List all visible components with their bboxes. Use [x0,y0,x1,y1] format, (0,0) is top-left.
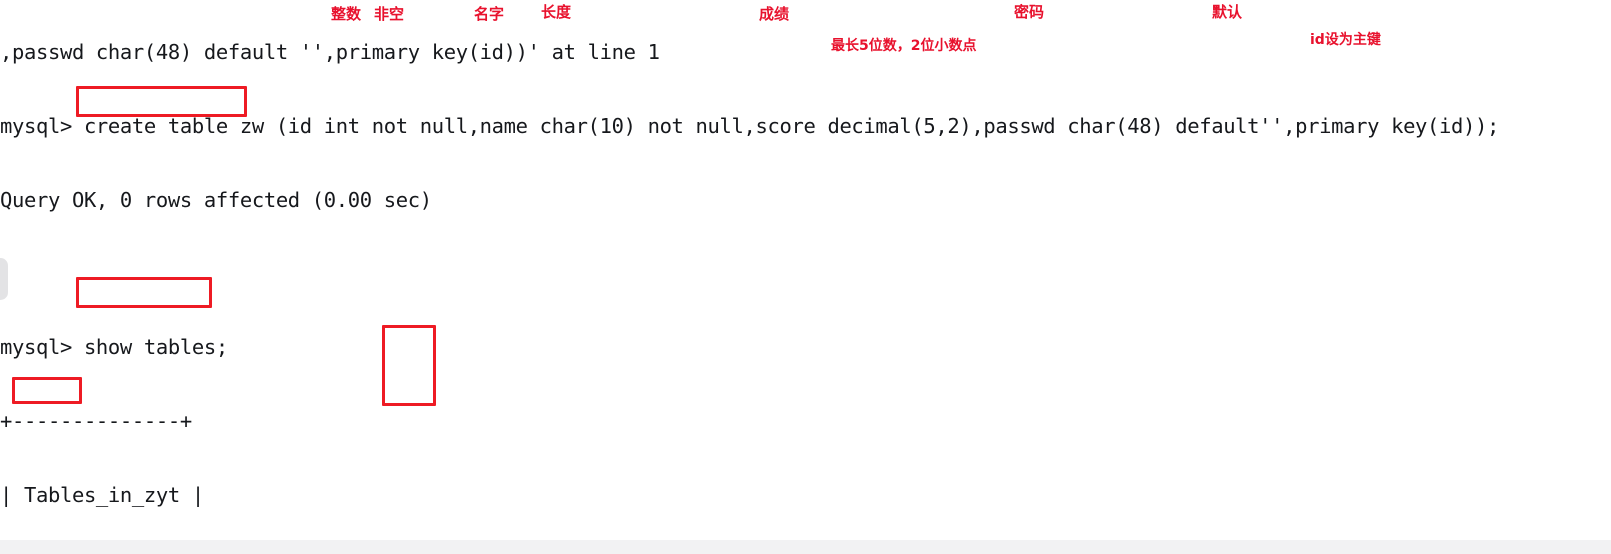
annotation-primary-key: id设为主键 [1310,32,1381,48]
annotation-decimal-note: 最长5位数，2位小数点 [831,38,977,54]
terminal-screenshot: ,passwd char(48) default '',primary key(… [0,0,1611,554]
annotation-length: 长度 [541,3,572,21]
annotation-integer: 整数 [331,5,362,23]
annotation-password: 密码 [1014,3,1045,21]
terminal-line-show-tables: mysql> show tables; [0,335,228,360]
terminal-line-rule-top-1: +--------------+ [0,409,192,434]
highlight-box-id-field [12,377,82,404]
terminal-line-create-table: mysql> create table zw (id int not null,… [0,113,1500,138]
highlight-box-key-column [382,325,436,406]
highlight-box-desc-command [76,277,212,308]
scrollbar-thumb[interactable] [0,258,8,300]
terminal-line-blank-1 [0,262,1611,287]
annotation-name: 名字 [474,5,505,23]
highlight-box-show-tables-command [76,86,247,117]
terminal-line-query-ok: Query OK, 0 rows affected (0.00 sec) [0,187,432,212]
annotation-not-null: 非空 [374,5,405,23]
window-bottom-strip [0,540,1611,554]
terminal-line-header-tables: | Tables_in_zyt | [0,482,204,507]
annotation-score: 成绩 [759,5,790,23]
annotation-default: 默认 [1212,3,1243,21]
terminal-output[interactable]: ,passwd char(48) default '',primary key(… [0,0,1611,531]
